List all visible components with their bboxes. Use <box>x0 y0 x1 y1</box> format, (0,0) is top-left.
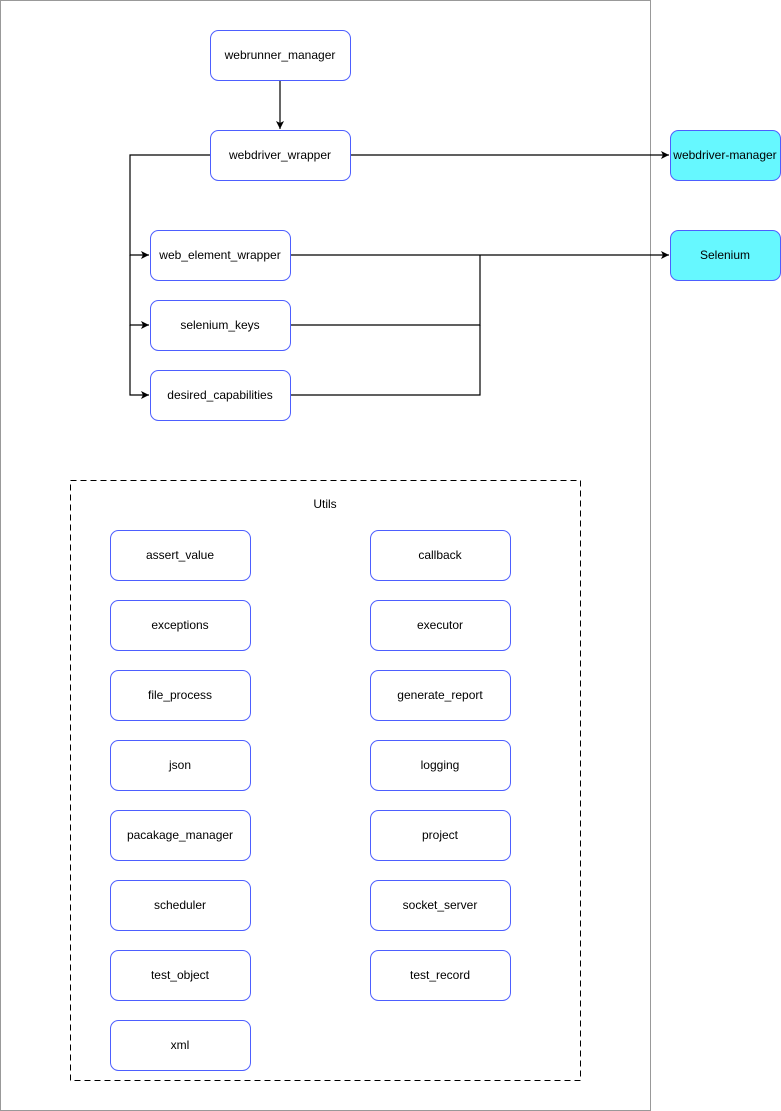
util-test-record[interactable]: test_record <box>370 950 511 1001</box>
util-file-process-label: file_process <box>148 688 212 702</box>
node-selenium-label: Selenium <box>700 248 750 262</box>
util-project-label: project <box>422 828 459 842</box>
util-callback-label: callback <box>418 548 462 562</box>
util-socket-server[interactable]: socket_server <box>370 880 511 931</box>
util-executor[interactable]: executor <box>370 600 511 651</box>
util-test-object-label: test_object <box>151 968 210 982</box>
util-json[interactable]: json <box>110 740 251 791</box>
node-webrunner-manager-label: webrunner_manager <box>224 48 336 62</box>
util-callback[interactable]: callback <box>370 530 511 581</box>
util-project[interactable]: project <box>370 810 511 861</box>
util-json-label: json <box>168 758 191 772</box>
util-file-process[interactable]: file_process <box>110 670 251 721</box>
util-assert-value-label: assert_value <box>146 548 214 562</box>
node-webdriver-wrapper-label: webdriver_wrapper <box>228 148 331 162</box>
util-xml[interactable]: xml <box>110 1020 251 1071</box>
util-exceptions-label: exceptions <box>151 618 208 632</box>
util-assert-value[interactable]: assert_value <box>110 530 251 581</box>
node-webdriver-manager[interactable]: webdriver-manager <box>670 130 781 181</box>
util-test-object[interactable]: test_object <box>110 950 251 1001</box>
util-pacakage-manager-label: pacakage_manager <box>127 828 233 842</box>
node-web-element-wrapper-label: web_element_wrapper <box>158 248 280 262</box>
util-pacakage-manager[interactable]: pacakage_manager <box>110 810 251 861</box>
util-exceptions[interactable]: exceptions <box>110 600 251 651</box>
util-generate-report[interactable]: generate_report <box>370 670 511 721</box>
util-scheduler[interactable]: scheduler <box>110 880 251 931</box>
util-generate-report-label: generate_report <box>397 688 483 702</box>
util-socket-server-label: socket_server <box>403 898 478 912</box>
node-selenium[interactable]: Selenium <box>670 230 781 281</box>
node-selenium-keys-label: selenium_keys <box>180 318 259 332</box>
util-executor-label: executor <box>417 618 463 632</box>
util-xml-label: xml <box>171 1038 190 1052</box>
node-desired-capabilities-label: desired_capabilities <box>167 388 272 402</box>
node-webdriver-manager-label: webdriver-manager <box>672 148 776 162</box>
node-webrunner-manager[interactable]: webrunner_manager <box>210 30 351 81</box>
node-web-element-wrapper[interactable]: web_element_wrapper <box>150 230 291 281</box>
utils-title: Utils <box>313 497 336 511</box>
util-logging[interactable]: logging <box>370 740 511 791</box>
node-selenium-keys[interactable]: selenium_keys <box>150 300 291 351</box>
architecture-diagram: Utils webrunner_manager webdriver_wrapper… <box>0 0 781 1111</box>
util-scheduler-label: scheduler <box>154 898 206 912</box>
node-desired-capabilities[interactable]: desired_capabilities <box>150 370 291 421</box>
util-test-record-label: test_record <box>410 968 470 982</box>
node-webdriver-wrapper[interactable]: webdriver_wrapper <box>210 130 351 181</box>
util-logging-label: logging <box>421 758 460 772</box>
